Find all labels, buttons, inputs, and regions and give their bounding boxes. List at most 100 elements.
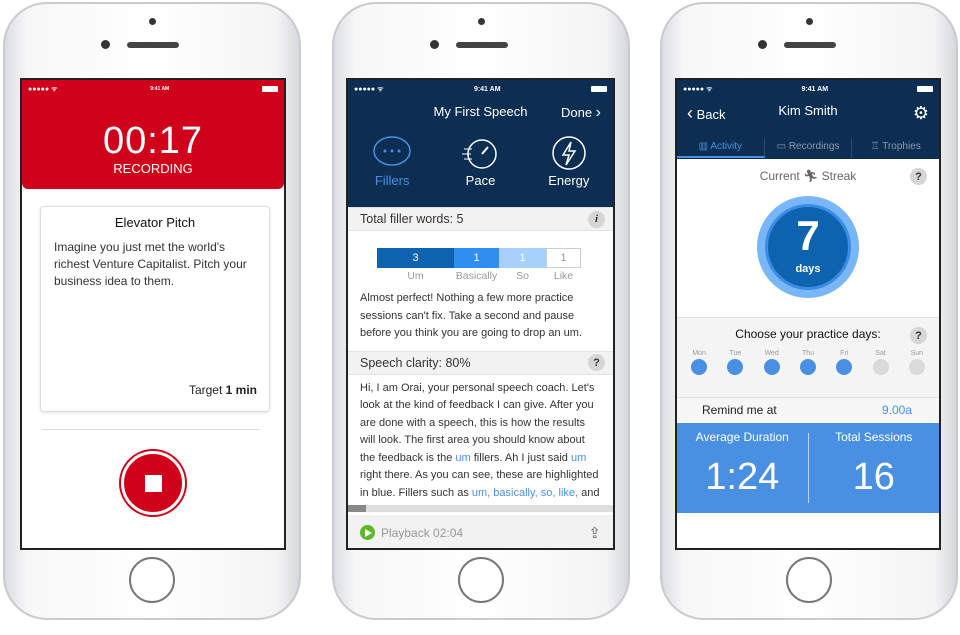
total-label: Total Sessions <box>835 430 913 444</box>
playback-bar: Playback 02:04 ⇪ <box>348 515 613 548</box>
filler-bar-segment: 1 <box>499 248 546 268</box>
tab-energy[interactable]: Energy <box>525 135 613 188</box>
day-toggle-thu[interactable]: Thu <box>793 350 823 375</box>
filler-bar-segment: 3 <box>377 248 454 268</box>
transcript-segment: and <box>578 486 600 499</box>
home-button[interactable] <box>786 557 832 603</box>
info-icon[interactable]: i <box>588 210 605 228</box>
streak-right: Streak <box>821 169 857 183</box>
trophy-icon: ♖ <box>870 141 880 152</box>
day-toggle-wed[interactable]: Wed <box>757 350 787 375</box>
day-dot[interactable] <box>763 359 780 375</box>
signal-icon: ●●●●● ᯤ <box>683 85 713 93</box>
target-label: Target <box>188 383 223 397</box>
tab-bar: ▥ Activity ▭ Recordings ♖ Trophies <box>677 139 939 159</box>
profile-name: Kim Smith <box>778 103 838 118</box>
day-dot[interactable] <box>836 359 853 375</box>
filler-bar: 3111 <box>377 248 581 268</box>
day-toggle-sun[interactable]: Sun <box>902 350 932 375</box>
day-label: Wed <box>764 350 779 357</box>
day-label: Fri <box>840 350 849 357</box>
bar-chart-icon: ▥ <box>698 141 709 152</box>
day-dot[interactable] <box>691 359 708 375</box>
done-button[interactable]: Done › <box>561 104 601 122</box>
day-label: Sat <box>875 350 886 357</box>
tab-pace[interactable]: Pace <box>436 135 524 188</box>
stop-button[interactable] <box>121 451 185 515</box>
speech-screen: ●●●●● ᯤ 9:41 AM My First Speech Done › Fi… <box>346 78 615 550</box>
signal-icon: ●●●●● ᯤ <box>28 85 58 93</box>
tab-recordings[interactable]: ▭ Recordings <box>765 139 853 158</box>
target-duration: Target 1 min <box>189 383 257 397</box>
tab-fillers[interactable]: Fillers <box>348 135 436 188</box>
day-dot[interactable] <box>872 359 889 375</box>
filler-total: Total filler words: 5 <box>360 212 464 226</box>
speaker <box>784 42 836 48</box>
help-icon[interactable]: ? <box>910 327 927 344</box>
tab-label: Recordings <box>788 141 840 152</box>
status-time: 9:41 AM <box>473 85 501 93</box>
day-toggle-sat[interactable]: Sat <box>866 350 896 375</box>
filler-header: Total filler words: 5 i <box>348 207 613 231</box>
speech-bubble-icon <box>373 136 411 166</box>
phone-recording: ●●●●● ᯤ 9:41 AM 00:17 RECORDING Elevator … <box>3 2 301 620</box>
day-dot[interactable] <box>908 359 925 375</box>
day-toggle-tue[interactable]: Tue <box>720 350 750 375</box>
phone-profile: ●●●●● ᯤ 9:41 AM ‹ Back Kim Smith ⚙ ▥ Acti… <box>660 2 958 620</box>
practice-days: Choose your practice days: ? Mon Tue Wed Th… <box>677 317 939 397</box>
profile-screen: ●●●●● ᯤ 9:41 AM ‹ Back Kim Smith ⚙ ▥ Acti… <box>675 78 941 550</box>
help-icon[interactable]: ? <box>910 168 927 185</box>
camera <box>758 40 767 49</box>
tab-label: Pace <box>465 173 496 188</box>
filler-labels: Um Basically So Like <box>377 270 581 282</box>
home-button[interactable] <box>129 557 175 603</box>
folder-icon: ▭ <box>776 141 787 152</box>
sensor <box>478 18 485 25</box>
transcript-segment: fillers. Ah I just said <box>470 451 571 464</box>
remind-time[interactable]: 9.00a <box>882 403 912 417</box>
reminder-row[interactable]: Remind me at 9.00a <box>677 397 939 422</box>
runner-icon: 🏃︎ <box>803 169 819 183</box>
day-toggle-mon[interactable]: Mon <box>684 350 714 375</box>
tab-activity[interactable]: ▥ Activity <box>677 139 765 158</box>
transcript: Hi, I am Orai, your personal speech coac… <box>348 375 613 511</box>
filler-label: Basically <box>455 270 498 282</box>
tab-label: Activity <box>710 141 743 152</box>
filler-highlight: um <box>455 451 471 464</box>
tab-label: Fillers <box>374 173 410 188</box>
average-duration: Average Duration 1:24 <box>677 423 808 513</box>
total-value: 16 <box>852 456 895 498</box>
recording-label: RECORDING <box>113 161 193 176</box>
share-icon[interactable]: ⇪ <box>588 524 601 542</box>
gear-icon[interactable]: ⚙ <box>913 103 929 124</box>
day-toggle-fri[interactable]: Fri <box>829 350 859 375</box>
day-dot[interactable] <box>727 359 744 375</box>
target-value: 1 min <box>225 383 257 397</box>
home-button[interactable] <box>458 557 504 603</box>
stats-panel: Average Duration 1:24 Total Sessions 16 <box>677 423 939 513</box>
day-label: Sun <box>910 350 924 357</box>
scrollbar[interactable] <box>348 505 613 512</box>
clarity-score: Speech clarity: 80% <box>360 355 471 370</box>
speaker <box>456 42 508 48</box>
avg-value: 1:24 <box>705 456 780 498</box>
help-icon[interactable]: ? <box>588 354 605 371</box>
practice-title: Choose your practice days: <box>735 327 881 341</box>
scroll-thumb[interactable] <box>348 505 366 512</box>
playback-label: Playback 02:04 <box>381 525 464 540</box>
stopwatch-icon <box>462 139 498 169</box>
camera <box>430 40 439 49</box>
stop-icon <box>145 475 162 492</box>
signal-icon: ●●●●● ᯤ <box>354 85 384 93</box>
tab-trophies[interactable]: ♖ Trophies <box>852 139 939 158</box>
streak-unit: days <box>795 263 821 275</box>
play-icon[interactable] <box>360 525 375 540</box>
filler-label: So <box>516 270 529 282</box>
day-dot[interactable] <box>799 359 816 375</box>
feedback-text: Almost perfect! Nothing a few more pract… <box>360 292 582 339</box>
prompt-body: Imagine you just met the world's richest… <box>54 240 247 288</box>
profile-header: ●●●●● ᯤ 9:41 AM ‹ Back Kim Smith ⚙ <box>677 80 939 139</box>
recording-header: ●●●●● ᯤ 9:41 AM 00:17 RECORDING <box>22 80 284 189</box>
timer: 00:17 <box>102 120 204 162</box>
filler-label: Like <box>553 270 574 282</box>
